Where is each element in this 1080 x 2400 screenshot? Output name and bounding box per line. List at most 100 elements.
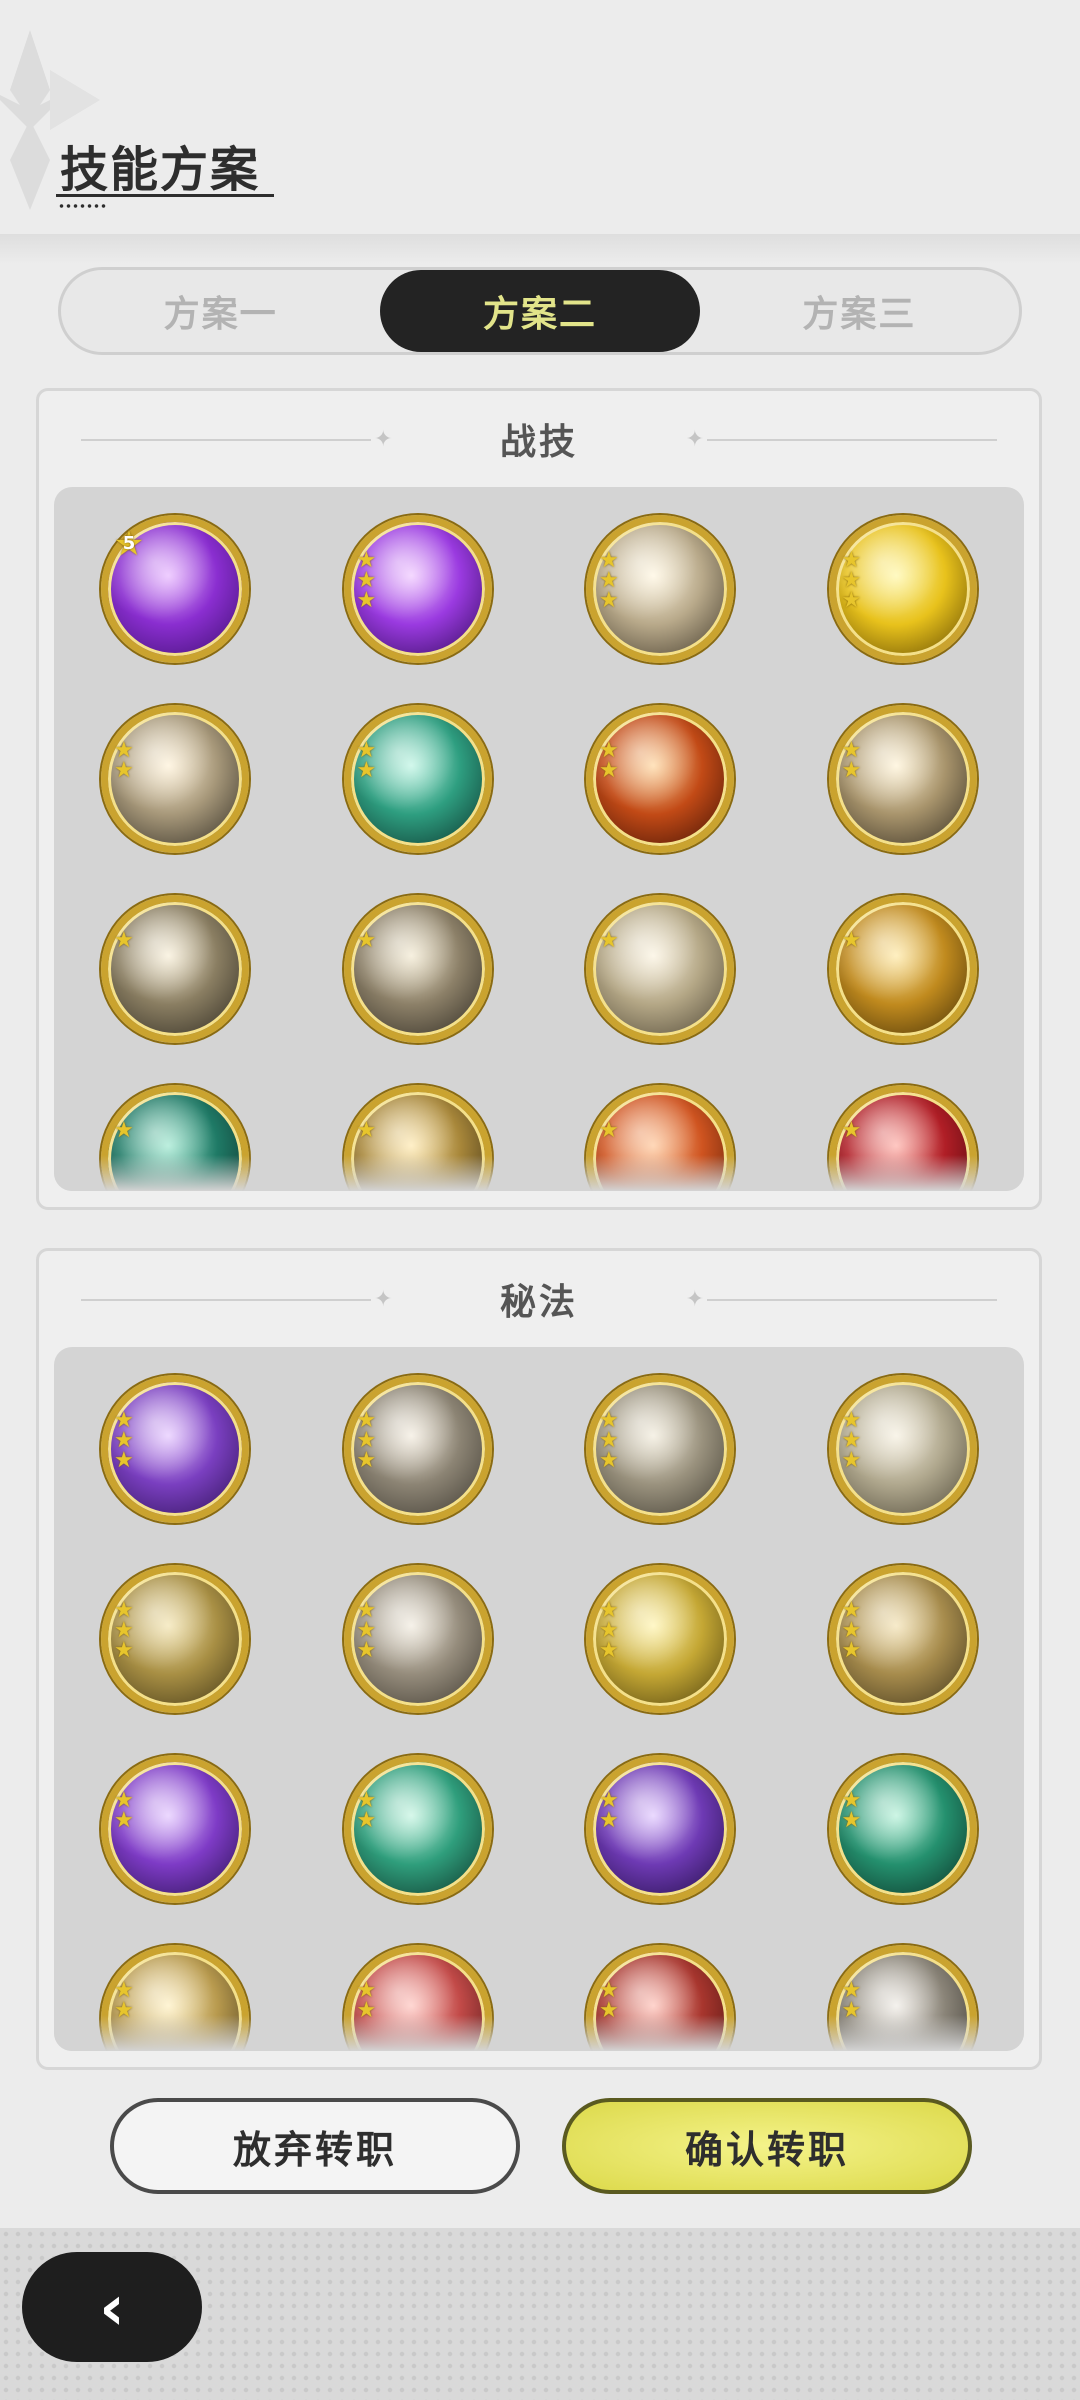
combat-skill-slot[interactable]: ★ ★ ★ [539,515,782,663]
header-line-left [81,439,371,441]
star-rating: ★ ★ ★ [599,550,619,613]
secret-skills-panel: ✦ 秘法 ✦ ★ ★ ★ ★ ★ ★ ★ ★ ★ ★ ★ ★ ★ ★ ★ ★ ★ ★ ★ ★ ★ ★ ★ ★ ★ ★ ★ ★ ★ ★ ★ ★ ★… [36,1248,1042,2070]
star-rating: ★ [841,1118,862,1143]
combat-panel-title: 战技 [499,422,578,463]
star-rating: ★ ★ ★ [842,1410,862,1472]
star-rating: ★ ★ ★ [599,1410,619,1473]
title-dots [58,204,108,208]
combat-skill-slot[interactable]: ★ [539,895,782,1043]
secret-skill-slot[interactable]: ★ ★ ★ [297,1375,540,1523]
star-icon: ★ [599,1808,619,1833]
secret-skill-slot[interactable]: ★ ★ [782,1755,1025,1903]
combat-skill-slot[interactable]: ★ ★ ★ [297,515,540,663]
golden-crescent-skill-icon[interactable] [828,895,977,1043]
tab-plan-2[interactable]: 方案二 [380,270,700,352]
secret-skill-grid-container[interactable]: ★ ★ ★ ★ ★ ★ ★ ★ ★ ★ ★ ★ ★ ★ ★ ★ ★ ★ ★ ★ ★ ★ ★ ★ ★ ★ ★ ★ ★ ★ ★ ★ ★ ★ ★ ★ ★ ★ ★ ★ [54,1347,1024,2051]
star-rating: ★ [599,928,619,953]
star-icon: ★ [356,1118,377,1143]
star-rating: ★ ★ [599,1790,619,1833]
star-rating: ★ ★ [842,740,862,782]
star-icon: ★ [356,1448,377,1473]
secret-skill-slot[interactable]: ★ ★ ★ [54,1565,297,1713]
abandon-job-change-button[interactable]: 放弃转职 [110,2098,520,2194]
combat-skill-slot[interactable]: ★ [782,895,1025,1043]
tab-plan-1[interactable]: 方案一 [61,270,380,352]
combat-skill-slot[interactable]: ★ 5 [54,515,297,663]
secret-skill-slot[interactable]: ★ ★ ★ [782,1565,1025,1713]
combat-skills-panel: ✦ 战技 ✦ ★ 5 ★ ★ ★ ★ ★ ★ ★ ★ ★ ★ ★ ★ ★ ★ ★ ★ ★ ★ ★ ★ ★ ★ ★ ★ ★ [36,388,1042,1210]
star-icon: ★ [599,1638,619,1663]
star-rating: ★ [599,1118,619,1143]
secret-panel-title: 秘法 [499,1282,578,1323]
combat-skill-slot[interactable]: ★ [54,895,297,1043]
star-icon: ★ [114,1808,134,1833]
combat-skill-slot[interactable]: ★ ★ ★ [782,515,1025,663]
secret-skill-slot[interactable]: ★ ★ ★ [297,1565,540,1713]
back-arrow-icon: ‹ [99,2270,125,2344]
star-icon: ★ [114,1638,134,1663]
star-icon: ★ [599,1448,619,1473]
star-icon: ★ [599,1118,619,1143]
secret-skill-slot[interactable]: ★ ★ ★ [539,1375,782,1523]
star-rating: ★ ★ [357,1790,377,1832]
scroll-fade [54,2015,1024,2051]
secret-skill-slot[interactable]: ★ ★ [297,1755,540,1903]
sparkle-icon: ✦ [374,1287,393,1312]
sparkle-icon: ✦ [685,427,704,452]
star-rating: ★ [841,928,862,953]
secret-panel-header: ✦ 秘法 ✦ [39,1251,1039,1347]
back-button[interactable]: ‹ [22,2252,202,2362]
confirm-job-change-button[interactable]: 确认转职 [562,2098,972,2194]
header-line-right [707,439,997,441]
star-rating: ★ ★ ★ [842,550,862,612]
star-icon: ★ [114,1448,134,1473]
combat-skill-slot[interactable]: ★ [297,895,540,1043]
page-title: 技能方案 [60,142,261,198]
header-divider [0,234,1080,264]
star-icon: ★ [599,588,619,613]
title-underline [56,194,274,197]
secret-skill-slot[interactable]: ★ ★ ★ [782,1375,1025,1523]
secret-skill-slot[interactable]: ★ ★ ★ [54,1375,297,1523]
sparkle-icon: ✦ [685,1287,704,1312]
rank-number: 5 [122,533,136,554]
star-icon: ★ [114,928,134,953]
star-icon: ★ [356,758,377,783]
combat-skill-slot[interactable]: ★ ★ [782,705,1025,853]
rank-star-badge-icon: ★ 5 [113,524,145,564]
combat-skill-slot[interactable]: ★ ★ [54,705,297,853]
secret-skill-grid: ★ ★ ★ ★ ★ ★ ★ ★ ★ ★ ★ ★ ★ ★ ★ ★ ★ ★ ★ ★ ★ ★ ★ ★ ★ ★ ★ ★ ★ ★ ★ ★ ★ ★ ★ ★ ★ ★ ★ ★ [54,1347,1024,2051]
star-icon: ★ [841,1808,862,1833]
combat-skill-grid: ★ 5 ★ ★ ★ ★ ★ ★ ★ ★ ★ ★ ★ ★ ★ ★ ★ ★ ★ ★ ★ ★ ★ ★ ★ ★ ★ [54,487,1024,1191]
header-line-left [81,1299,371,1301]
star-rating: ★ ★ ★ [356,1600,377,1663]
combat-skill-slot[interactable]: ★ ★ [297,705,540,853]
star-icon: ★ [599,758,619,783]
star-icon: ★ [356,588,377,613]
tab-plan-3[interactable]: 方案三 [700,270,1019,352]
star-icon: ★ [841,928,862,953]
combat-skill-grid-container[interactable]: ★ 5 ★ ★ ★ ★ ★ ★ ★ ★ ★ ★ ★ ★ ★ ★ ★ ★ ★ ★ ★ ★ ★ ★ ★ ★ ★ [54,487,1024,1191]
star-rating: ★ [356,1118,377,1143]
star-rating: ★ ★ [114,740,134,782]
secret-skill-slot[interactable]: ★ ★ [539,1755,782,1903]
star-rating: ★ ★ ★ [356,1410,377,1473]
spiral-strike-skill-icon[interactable] [586,895,735,1043]
scroll-fade [54,1155,1024,1191]
secret-skill-slot[interactable]: ★ ★ ★ [539,1565,782,1713]
star-rating: ★ ★ [599,740,619,783]
star-rating: ★ ★ [356,740,377,783]
sparkle-icon: ✦ [374,427,393,452]
star-rating: ★ [114,1120,134,1142]
star-rating: ★ [114,928,134,953]
whirlwind-skill-icon[interactable] [343,895,492,1043]
secret-skill-slot[interactable]: ★ ★ [54,1755,297,1903]
star-icon: ★ [599,928,619,953]
star-icon: ★ [841,1118,862,1143]
star-icon: ★ [356,1638,377,1663]
plan-tabs: 方案一 方案二 方案三 [58,267,1022,355]
wind-slash-skill-icon[interactable] [101,895,250,1043]
combat-skill-slot[interactable]: ★ ★ [539,705,782,853]
header-line-right [707,1299,997,1301]
combat-panel-header: ✦ 战技 ✦ [39,391,1039,487]
